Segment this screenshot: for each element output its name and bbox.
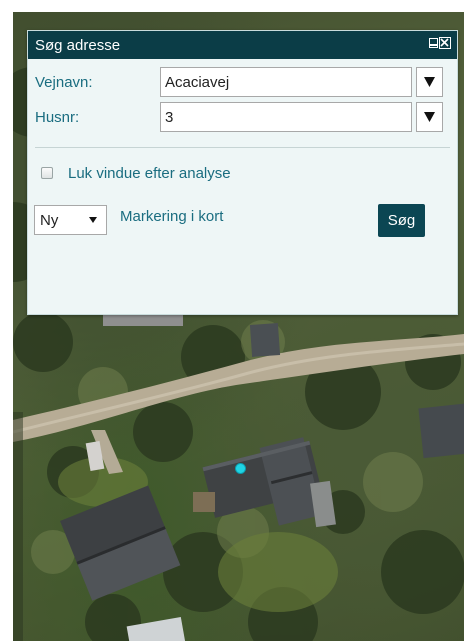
caret-down-icon — [89, 217, 97, 223]
mode-select-value: Ny — [40, 212, 59, 229]
dialog-header: Søg adresse — [28, 31, 457, 59]
search-button[interactable]: Søg — [378, 204, 425, 237]
minimize-icon[interactable] — [429, 38, 438, 48]
triangle-down-icon — [424, 112, 435, 122]
window-controls — [429, 36, 451, 50]
street-name-label: Vejnavn: — [35, 74, 93, 91]
search-address-dialog: Søg adresse Vejnavn: Acaciavej Husnr: 3 … — [27, 30, 458, 315]
marking-in-map-link[interactable]: Markering i kort — [120, 208, 223, 225]
house-number-value: 3 — [165, 109, 174, 126]
divider — [35, 147, 450, 148]
street-name-dropdown-button[interactable] — [416, 67, 443, 97]
triangle-down-icon — [424, 77, 435, 87]
close-after-analysis-label[interactable]: Luk vindue efter analyse — [68, 165, 231, 182]
close-after-analysis-checkbox[interactable] — [41, 167, 53, 179]
mode-select[interactable]: Ny — [34, 205, 107, 235]
street-name-field[interactable]: Acaciavej — [160, 67, 412, 97]
dialog-title: Søg adresse — [35, 37, 121, 54]
street-name-value: Acaciavej — [165, 74, 230, 91]
house-number-field[interactable]: 3 — [160, 102, 412, 132]
close-icon[interactable] — [439, 37, 451, 49]
location-marker[interactable] — [235, 463, 246, 474]
house-number-label: Husnr: — [35, 109, 80, 126]
house-number-dropdown-button[interactable] — [416, 102, 443, 132]
